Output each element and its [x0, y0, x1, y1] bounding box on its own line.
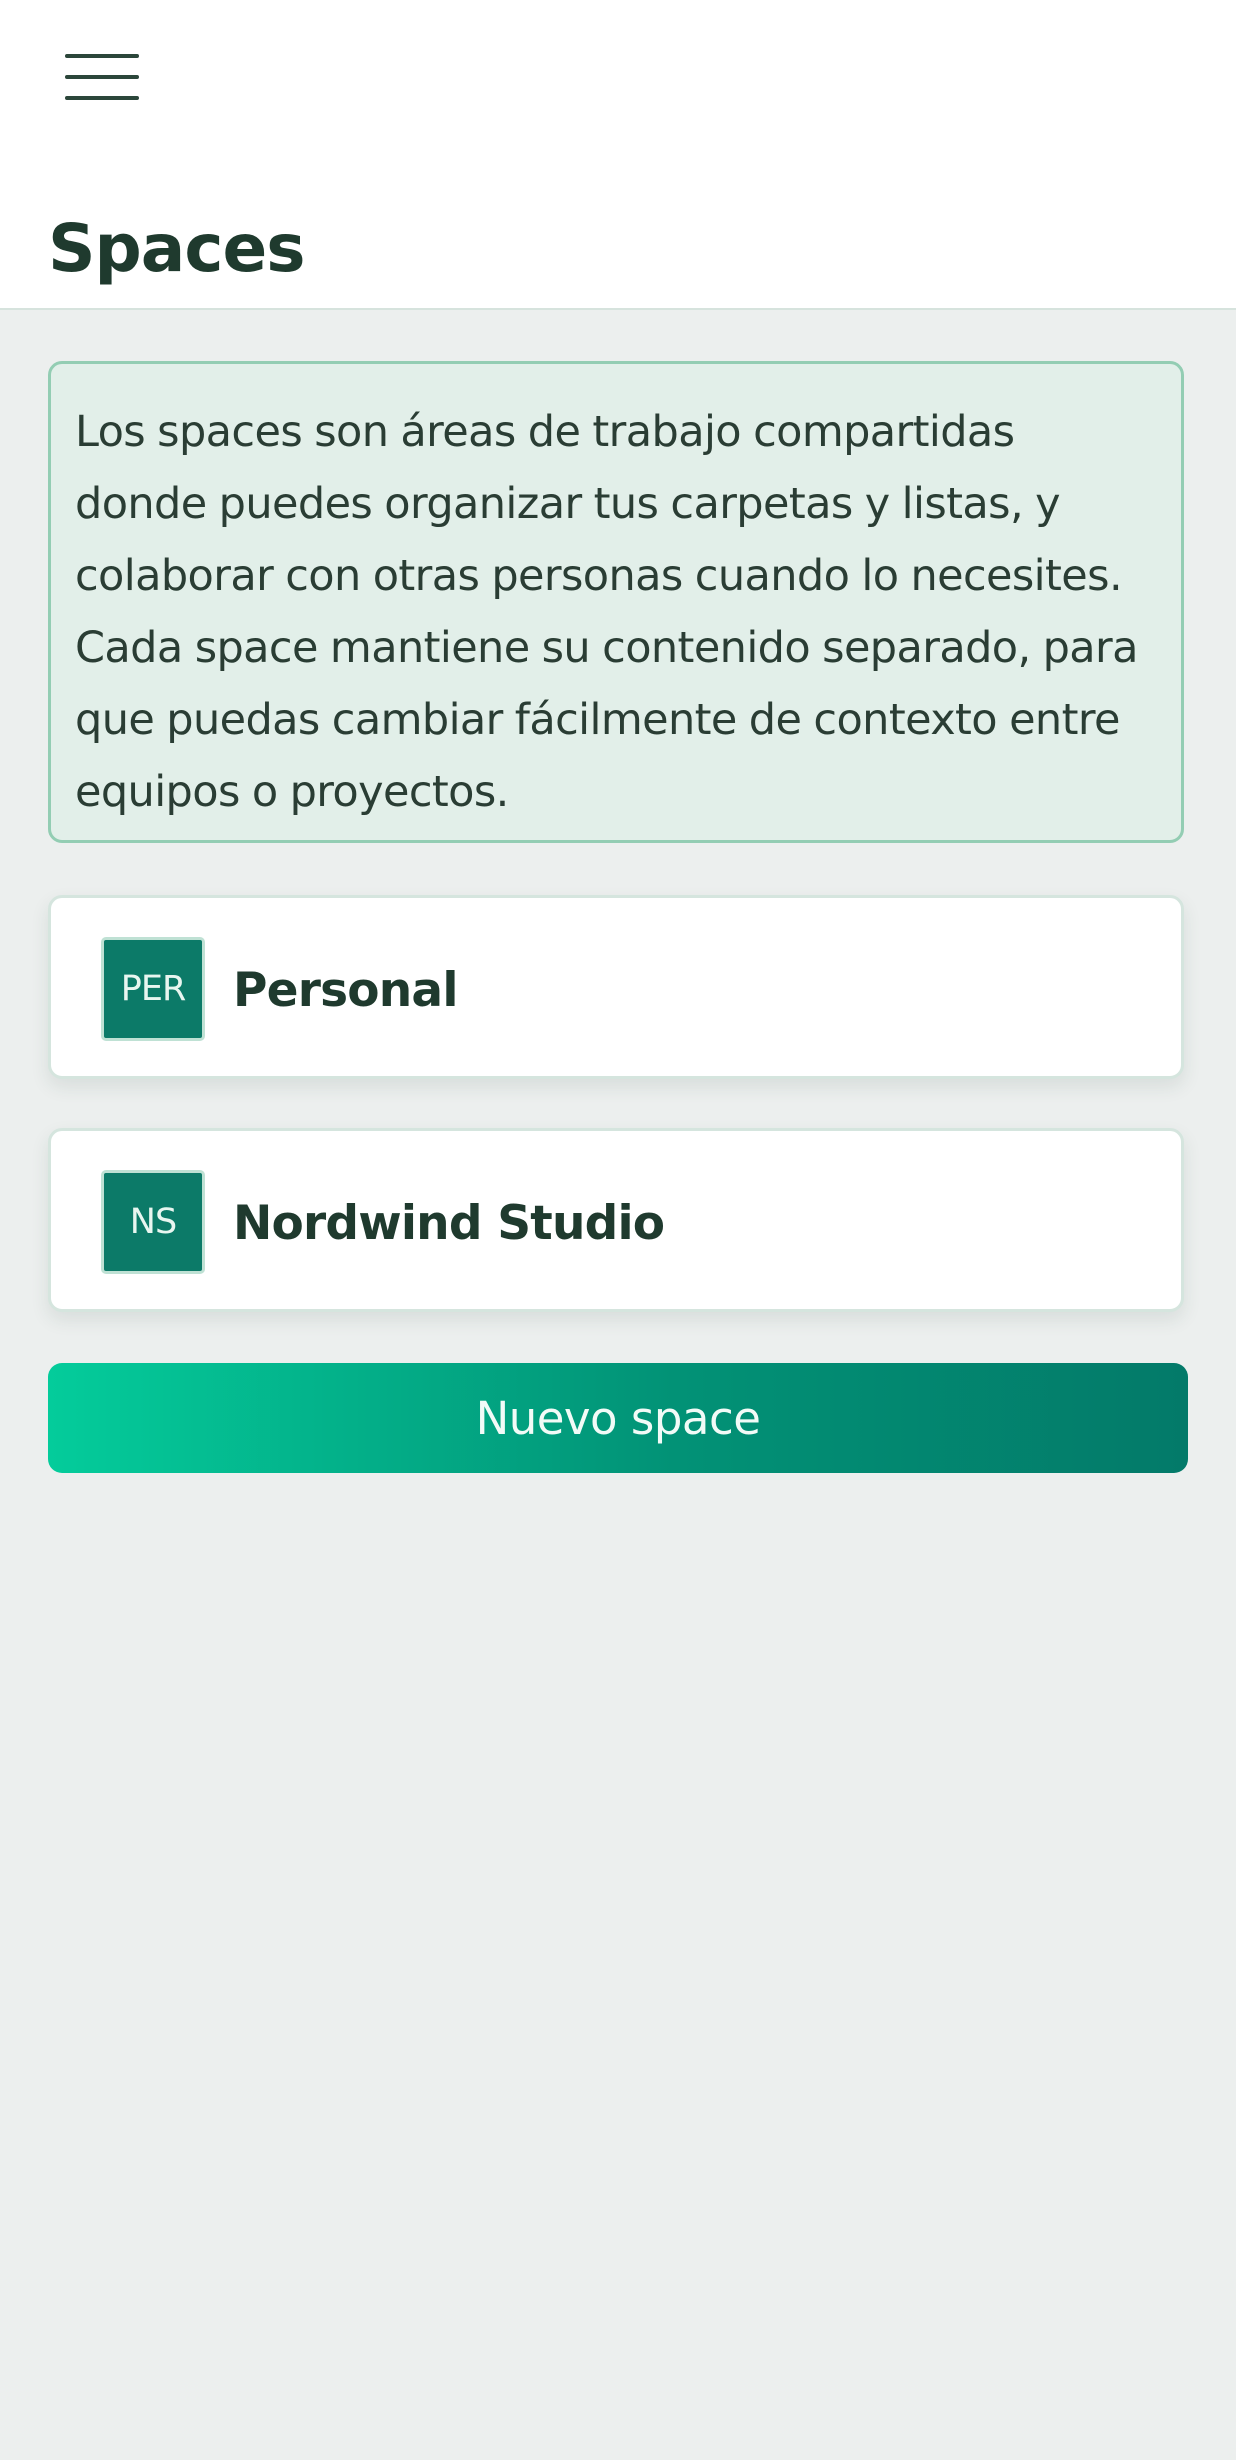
spaces-info-box: Los spaces son áreas de trabajo comparti…	[48, 361, 1184, 843]
menu-line	[65, 54, 139, 58]
new-space-button[interactable]: Nuevo space	[48, 1363, 1188, 1473]
page-title: Spaces	[48, 210, 305, 288]
space-card-nordwind-studio[interactable]: NS Nordwind Studio	[48, 1128, 1184, 1312]
hamburger-menu-icon[interactable]	[48, 40, 158, 114]
space-name: Personal	[233, 962, 458, 1018]
app-header: Spaces	[0, 0, 1236, 310]
space-avatar: PER	[101, 937, 205, 1041]
menu-line	[65, 96, 139, 100]
menu-line	[65, 75, 139, 79]
space-avatar: NS	[101, 1170, 205, 1274]
space-card-personal[interactable]: PER Personal	[48, 895, 1184, 1079]
info-text: Los spaces son áreas de trabajo comparti…	[75, 407, 1138, 817]
space-name: Nordwind Studio	[233, 1195, 665, 1251]
